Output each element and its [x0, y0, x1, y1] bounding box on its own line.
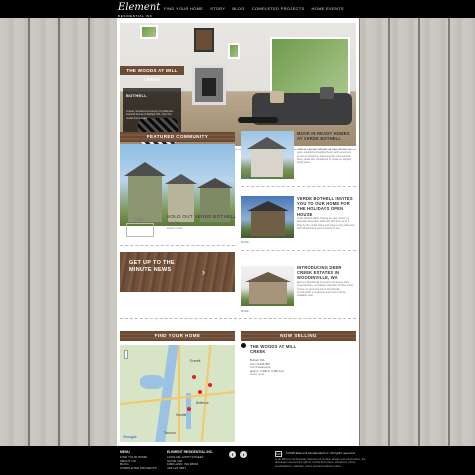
news-body: Verde Bothell will be hosting an open ho… [297, 217, 355, 230]
map-label: Seattle [176, 413, 187, 417]
map-zoom-control[interactable] [124, 350, 128, 359]
hero-fireplace [192, 65, 226, 105]
map-pin[interactable] [208, 383, 212, 387]
map-water [155, 345, 179, 442]
find-home-map[interactable]: Everett Bellevue Seattle Tacoma Google [120, 345, 235, 442]
news-house [249, 282, 287, 304]
nav-item-story[interactable]: STORY [210, 6, 225, 11]
featured-house [128, 176, 162, 222]
hero-pillow [270, 91, 284, 103]
news-house-roof [245, 272, 291, 282]
newsletter-signup-text: GET UP TO THE MINUTE NEWS [129, 260, 175, 273]
hero-image: THE WOODS AT MILL CREEK BOTHELL A quiet,… [120, 23, 356, 146]
news-more-link[interactable]: MORE [241, 241, 249, 244]
equal-housing-icon: EHO [275, 451, 283, 457]
facebook-icon[interactable]: f [229, 451, 236, 458]
footer-company: ELEMENT RESIDENTIAL INC. 11332 NE 120TH … [167, 450, 213, 471]
map-label: Tacoma [164, 431, 176, 435]
nav-item-blog[interactable]: BLOG [232, 6, 244, 11]
news-house [251, 210, 285, 236]
nav-item-home-events[interactable]: HOME EVENTS [311, 6, 343, 11]
news-house-roof [247, 137, 287, 149]
map-label: Bellevue [196, 401, 209, 405]
verde-logo-text: VERDE [136, 220, 144, 222]
news-title[interactable]: MOVE IN READY HOMES AT VERDE BOTHELL [297, 131, 355, 141]
featured-house-roof [165, 174, 197, 184]
footer-legal: In an effort to continuously improve our… [275, 458, 366, 468]
news-image[interactable] [241, 266, 294, 306]
featured-community-title: SOLD OUT VERDE BOTHELL [167, 214, 237, 219]
now-selling-heading: NOW SELLING [241, 331, 356, 341]
find-your-home-heading: FIND YOUR HOME [120, 331, 235, 341]
verde-logo[interactable]: VERDE BOTHELL [126, 218, 154, 237]
hero-caption-text: A quiet, wooded community of craftsman-i… [126, 110, 174, 120]
footer: MENU FIND YOUR HOME ABOUT US BLOG COMPLE… [0, 446, 475, 475]
map-pin[interactable] [192, 375, 196, 379]
news-more-link[interactable]: Continue reading [241, 177, 261, 180]
top-nav-bar: Element RESIDENTIAL INC FIND YOUR HOME S… [0, 0, 475, 18]
twitter-icon[interactable]: t [240, 451, 247, 458]
featured-community-heading: FEATURED COMMUNITY [120, 132, 235, 142]
news-house [251, 147, 283, 177]
featured-community-link[interactable]: Learn more [167, 226, 182, 230]
featured-community-status: Sold Out [167, 221, 180, 225]
map-pin[interactable] [198, 390, 202, 394]
hero-window-small [228, 43, 240, 59]
footer-copyright: ©2025 Element Residential Inc. All right… [286, 451, 355, 455]
news-image[interactable] [241, 131, 294, 179]
chevron-right-icon[interactable]: › [202, 267, 205, 277]
hero-caption: BOTHELL A quiet, wooded community of cra… [123, 88, 181, 132]
news-house-roof [247, 201, 289, 211]
divider [120, 245, 235, 246]
hero-artwork [194, 28, 214, 52]
page-content: THE WOODS AT MILL CREEK BOTHELL A quiet,… [117, 18, 359, 446]
footer-menu-item[interactable]: COMPLETED PROJECTS [120, 466, 157, 471]
news-image[interactable] [241, 196, 294, 238]
hero-caption-heading: BOTHELL [126, 93, 147, 98]
featured-house-roof [197, 178, 233, 188]
now-selling-details: Bothell, WA From $ 849,990 4 to 5 bedroo… [250, 358, 320, 377]
divider [241, 186, 356, 187]
map-label: Everett [190, 359, 201, 363]
hero-window-top [140, 25, 158, 39]
now-selling-bullet-icon [241, 343, 246, 348]
nav-item-find-your-home[interactable]: FIND YOUR HOME [164, 6, 203, 11]
map-road [178, 345, 180, 442]
news-title[interactable]: VERDE BOTHELL INVITES YOU TO OUR HOME FO… [297, 196, 355, 217]
hero-coffee-table [238, 117, 278, 123]
footer-menu: MENU FIND YOUR HOME ABOUT US BLOG COMPLE… [120, 450, 157, 471]
hero-window [270, 37, 350, 95]
verde-logo-sub: BOTHELL [134, 218, 146, 220]
divider [241, 250, 356, 251]
now-selling-link[interactable]: Learn more [250, 373, 320, 377]
news-title[interactable]: INTRODUCING DEER CREEK ESTATES IN WOODIN… [297, 265, 355, 281]
featured-house-roof [124, 162, 166, 176]
map-water [140, 375, 164, 389]
news-more-link[interactable]: MORE [241, 310, 249, 313]
map-pin[interactable] [187, 407, 191, 411]
map-brand: Google [123, 434, 137, 439]
hero-pillow [320, 87, 334, 99]
news-body: Verde is a premier collection of luxury … [297, 148, 352, 165]
main-nav: FIND YOUR HOME STORY BLOG COMPLETED PROJ… [164, 6, 344, 11]
newsletter-signup-banner[interactable]: GET UP TO THE MINUTE NEWS › [120, 252, 235, 292]
footer-phone[interactable]: 425.123.4567 [167, 466, 213, 471]
now-selling-title[interactable]: THE WOODS AT MILL CREEK [250, 344, 308, 354]
nav-item-completed-projects[interactable]: COMPLETED PROJECTS [252, 6, 305, 11]
divider [120, 318, 356, 319]
map-water [186, 393, 191, 429]
news-body: Element Residential is proud to announce… [297, 281, 354, 298]
hero-title-banner: THE WOODS AT MILL CREEK [120, 66, 184, 82]
